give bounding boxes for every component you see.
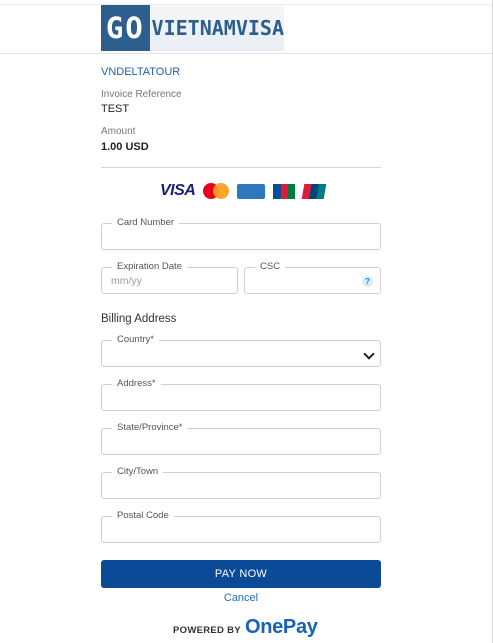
onepay-logo: OnePay bbox=[244, 616, 318, 638]
address-label: Address* bbox=[112, 378, 161, 390]
address-input[interactable] bbox=[111, 392, 334, 404]
chevron-down-icon bbox=[363, 348, 375, 360]
merchant-name: VNDELTATOUR bbox=[101, 66, 181, 78]
city-label: City/Town bbox=[112, 466, 164, 478]
merchant-logo: GO VIETNAMVISA bbox=[101, 5, 284, 51]
expiration-field[interactable]: Expiration Date bbox=[101, 261, 238, 294]
state-field[interactable]: State/Province* bbox=[101, 422, 381, 455]
jcb-icon bbox=[273, 183, 296, 199]
visa-icon: VISA bbox=[160, 182, 196, 199]
unionpay-icon bbox=[302, 183, 327, 199]
card-number-input[interactable] bbox=[111, 231, 334, 243]
powered-by-footer: POWERED BY OnePay bbox=[173, 616, 318, 639]
billing-address-title: Billing Address bbox=[101, 313, 177, 325]
logo-go: GO bbox=[101, 5, 150, 51]
country-select[interactable]: Country* bbox=[101, 334, 381, 367]
expiration-input[interactable] bbox=[111, 275, 219, 287]
city-input[interactable] bbox=[111, 480, 334, 492]
help-icon[interactable]: ? bbox=[362, 276, 373, 287]
divider bbox=[101, 167, 381, 168]
city-field[interactable]: City/Town bbox=[101, 466, 381, 499]
postal-code-input[interactable] bbox=[111, 524, 334, 536]
card-number-field[interactable]: Card Number bbox=[101, 217, 381, 250]
state-input[interactable] bbox=[111, 436, 334, 448]
invoice-label: Invoice Reference bbox=[101, 89, 182, 100]
amount-value: 1.00 USD bbox=[101, 141, 149, 153]
address-field[interactable]: Address* bbox=[101, 378, 381, 411]
amount-label: Amount bbox=[101, 126, 136, 137]
expiration-label: Expiration Date bbox=[112, 261, 187, 273]
csc-label: CSC bbox=[255, 261, 286, 273]
csc-input[interactable] bbox=[254, 275, 349, 287]
amex-icon bbox=[237, 183, 266, 199]
postal-code-label: Postal Code bbox=[112, 510, 174, 522]
pay-now-button[interactable]: PAY NOW bbox=[101, 560, 381, 588]
card-brands: VISA bbox=[160, 182, 327, 199]
state-label: State/Province* bbox=[112, 422, 188, 434]
logo-text: VIETNAMVISA bbox=[149, 5, 284, 51]
postal-code-field[interactable]: Postal Code bbox=[101, 510, 381, 543]
mastercard-icon bbox=[203, 183, 230, 199]
powered-by-text: POWERED BY bbox=[173, 625, 241, 636]
country-label: Country* bbox=[112, 334, 159, 346]
cancel-link[interactable]: Cancel bbox=[0, 592, 482, 604]
invoice-value: TEST bbox=[101, 103, 130, 115]
csc-field[interactable]: CSC ? bbox=[244, 261, 381, 294]
card-number-label: Card Number bbox=[112, 217, 180, 229]
